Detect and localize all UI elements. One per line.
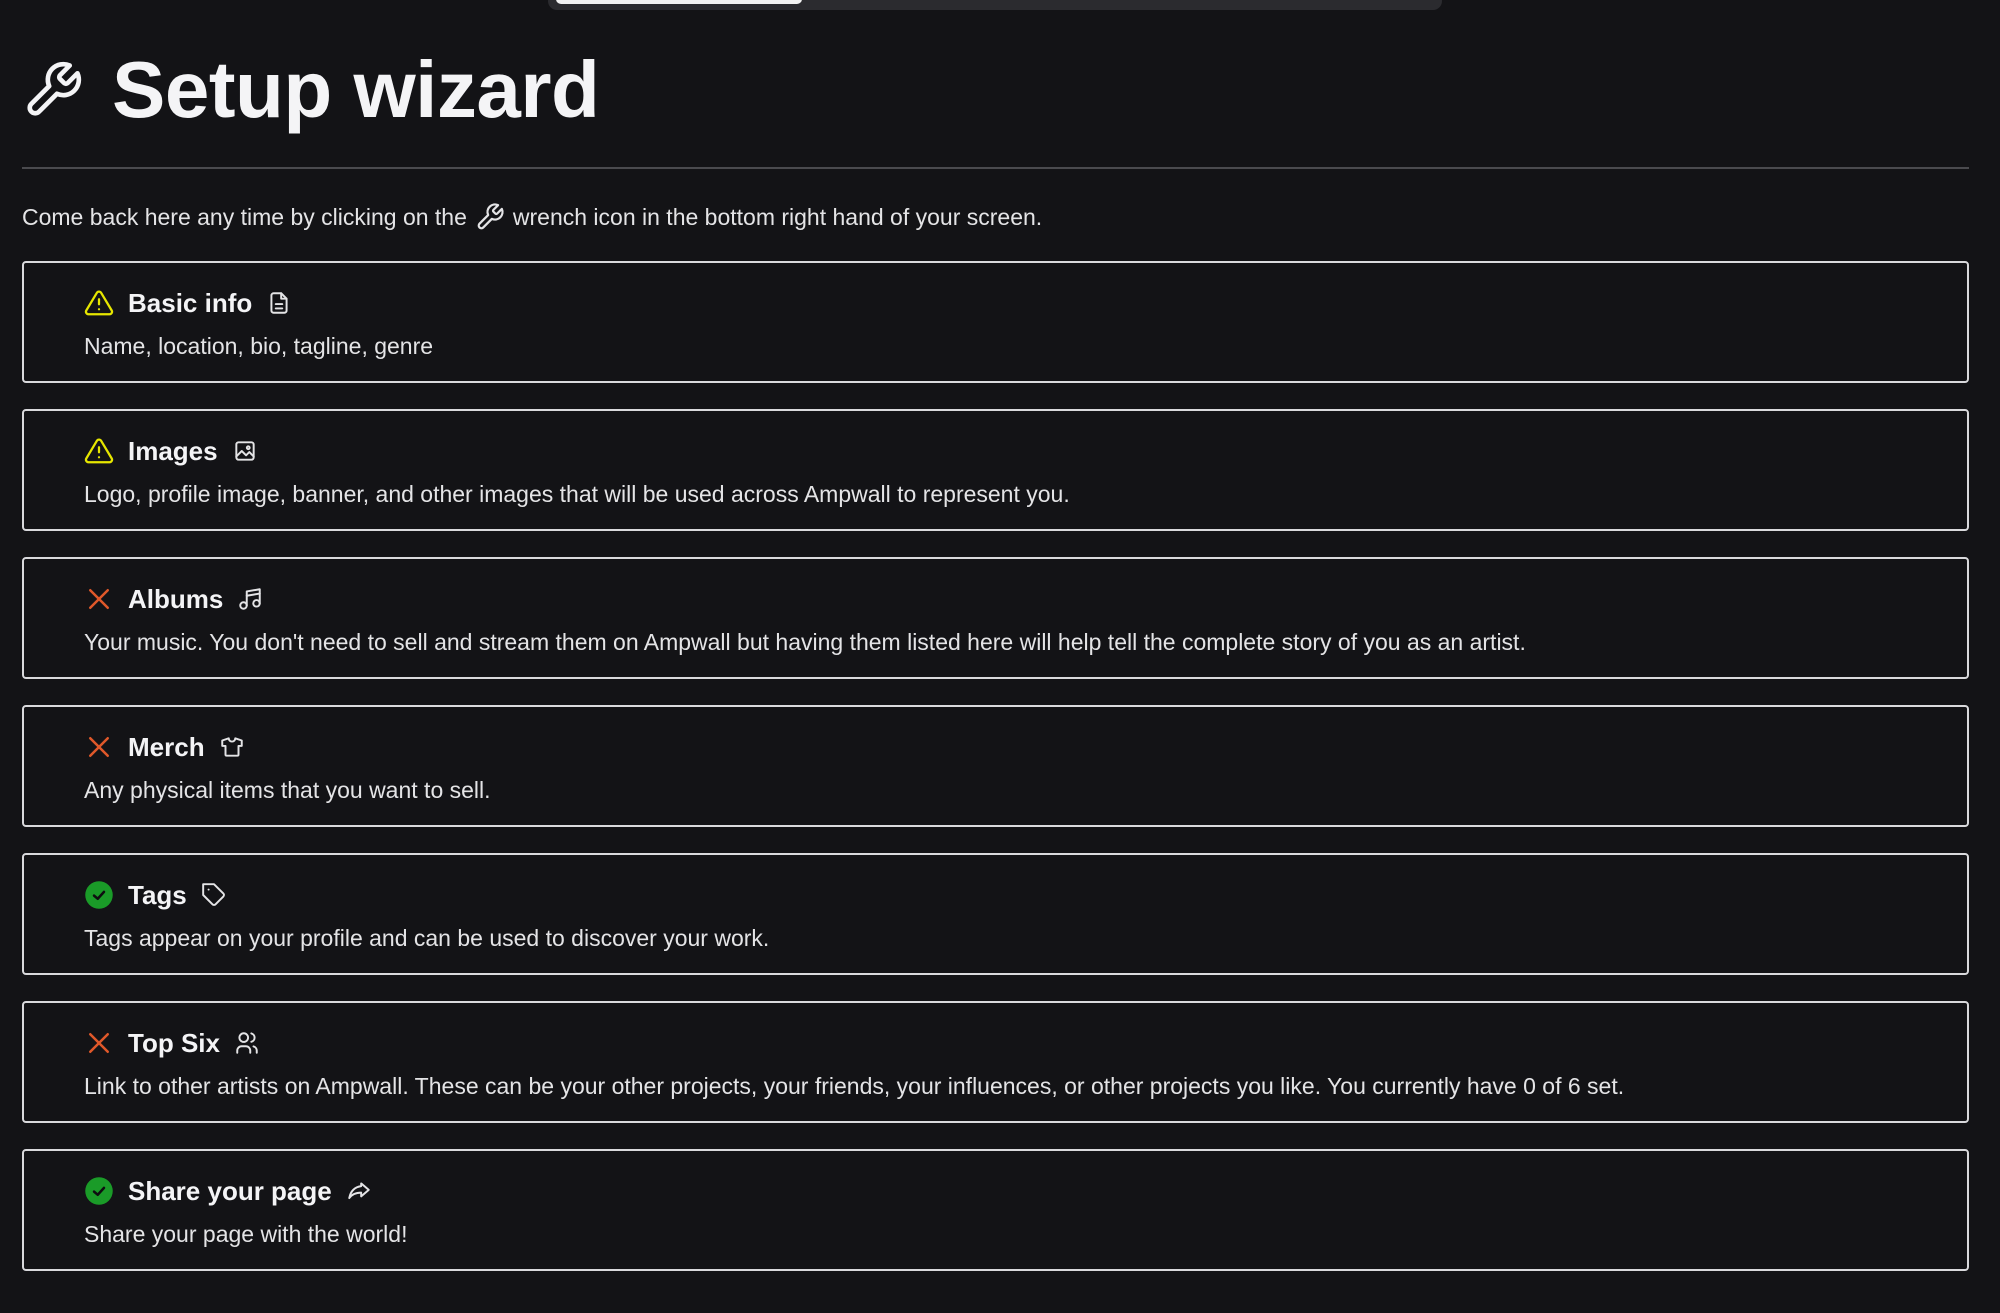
step-top-six[interactable]: Top Six Link to other artists on Ampwall… <box>22 1001 1969 1123</box>
step-description: Link to other artists on Ampwall. These … <box>84 1073 1625 1099</box>
x-icon <box>89 737 109 757</box>
warning-icon <box>84 438 114 464</box>
x-icon <box>89 1033 109 1053</box>
step-title: Albums <box>128 583 224 614</box>
intro-text: Come back here any time by clicking on t… <box>22 200 1042 234</box>
step-description: Name, location, bio, tagline, genre <box>84 333 434 359</box>
users-icon <box>236 1032 258 1054</box>
step-title: Merch <box>128 731 205 762</box>
wrench-icon <box>477 203 504 230</box>
intro-text-end: wrench icon in the bottom right hand of … <box>512 203 1043 230</box>
step-title: Basic info <box>128 287 253 318</box>
step-title: Images <box>128 435 218 466</box>
step-tags[interactable]: Tags Tags appear on your profile and can… <box>22 853 1969 975</box>
warning-icon <box>84 290 114 316</box>
header-divider <box>22 167 1969 169</box>
step-description: Tags appear on your profile and can be u… <box>84 925 770 951</box>
step-title: Top Six <box>128 1027 220 1058</box>
step-albums[interactable]: Albums Your music. You don't need to sel… <box>22 557 1969 679</box>
image-icon <box>234 441 255 461</box>
tshirt-icon <box>220 737 243 757</box>
step-description: Logo, profile image, banner, and other i… <box>84 481 1070 507</box>
tag-icon <box>201 883 225 906</box>
step-title: Tags <box>128 879 187 910</box>
step-share-your-page[interactable]: Share your page Share your page with the… <box>22 1149 1969 1271</box>
step-description: Share your page with the world! <box>84 1221 408 1247</box>
step-description: Any physical items that you want to sell… <box>84 777 491 803</box>
page-header: Setup wizard <box>22 40 600 140</box>
step-images[interactable]: Images Logo, profile image, banner, and … <box>22 409 1969 531</box>
music-note-icon <box>239 588 262 610</box>
page-title: Setup wizard <box>112 45 600 134</box>
x-icon <box>89 589 109 609</box>
step-description: Your music. You don't need to sell and s… <box>84 629 1526 655</box>
share-icon <box>348 1182 370 1200</box>
scrollbar-thumb[interactable] <box>556 0 802 4</box>
setup-wizard-page: Setup wizard Come back here any time by … <box>0 0 2000 1313</box>
wizard-steps-list: Basic info Name, location, bio, tagline,… <box>22 261 1969 1297</box>
step-basic-info[interactable]: Basic info Name, location, bio, tagline,… <box>22 261 1969 383</box>
check-circle-icon <box>85 881 113 909</box>
step-title: Share your page <box>128 1175 332 1206</box>
document-icon <box>270 292 288 314</box>
check-circle-icon <box>85 1177 113 1205</box>
step-merch[interactable]: Merch Any physical items that you want t… <box>22 705 1969 827</box>
intro-text-start: Come back here any time by clicking on t… <box>22 203 467 230</box>
wrench-icon <box>27 61 82 116</box>
